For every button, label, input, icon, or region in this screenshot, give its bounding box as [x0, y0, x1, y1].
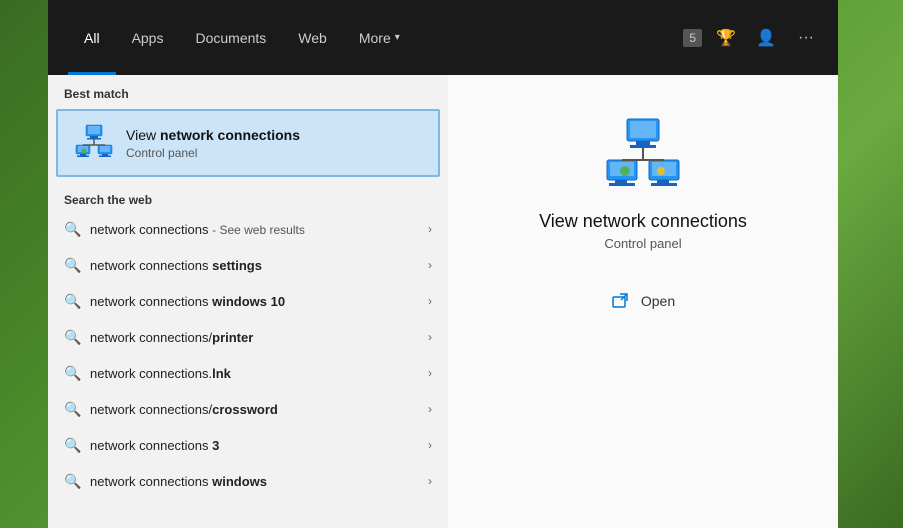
result-text: network connections windows	[90, 474, 418, 489]
list-item[interactable]: 🔍 network connections settings ›	[48, 247, 448, 283]
open-action[interactable]: Open	[611, 283, 675, 319]
tab-web[interactable]: Web	[282, 0, 343, 75]
open-icon	[611, 291, 631, 311]
search-icon: 🔍	[64, 329, 80, 345]
list-item[interactable]: 🔍 network connections.lnk ›	[48, 355, 448, 391]
list-item[interactable]: 🔍 network connections/printer ›	[48, 319, 448, 355]
search-icon: 🔍	[64, 257, 80, 273]
best-match-title: View network connections	[126, 126, 422, 144]
trophy-icon[interactable]: 🏆	[710, 22, 742, 54]
result-text: network connections settings	[90, 258, 418, 273]
chevron-right-icon: ›	[428, 402, 432, 416]
results-panel: Best match	[48, 75, 448, 528]
best-match-subtitle: Control panel	[126, 146, 422, 160]
network-connections-icon-large	[603, 115, 683, 195]
tab-bar-right: 5 🏆 👤 ···	[683, 22, 838, 54]
list-item[interactable]: 🔍 network connections - See web results …	[48, 211, 448, 247]
more-options-icon[interactable]: ···	[790, 22, 822, 54]
search-icon: 🔍	[64, 221, 80, 237]
best-match-text: View network connections Control panel	[126, 126, 422, 160]
result-text: network connections 3	[90, 438, 418, 453]
chevron-right-icon: ›	[428, 366, 432, 380]
detail-subtitle: Control panel	[604, 236, 681, 251]
search-icon: 🔍	[64, 437, 80, 453]
tab-all[interactable]: All	[68, 0, 116, 75]
chevron-right-icon: ›	[428, 258, 432, 272]
tab-apps[interactable]: Apps	[116, 0, 180, 75]
chevron-right-icon: ›	[428, 474, 432, 488]
chevron-right-icon: ›	[428, 294, 432, 308]
chevron-right-icon: ›	[428, 222, 432, 236]
open-action-label: Open	[641, 293, 675, 309]
detail-panel: View network connections Control panel O…	[448, 75, 838, 528]
search-web-label: Search the web	[48, 185, 448, 211]
result-text: network connections windows 10	[90, 294, 418, 309]
chevron-right-icon: ›	[428, 438, 432, 452]
search-icon: 🔍	[64, 365, 80, 381]
chevron-down-icon: ▾	[395, 32, 400, 43]
list-item[interactable]: 🔍 network connections 3 ›	[48, 427, 448, 463]
result-count-badge: 5	[683, 29, 702, 47]
result-text: network connections.lnk	[90, 366, 418, 381]
best-match-label: Best match	[48, 75, 448, 109]
search-icon: 🔍	[64, 293, 80, 309]
list-item[interactable]: 🔍 network connections windows ›	[48, 463, 448, 499]
list-item[interactable]: 🔍 network connections windows 10 ›	[48, 283, 448, 319]
tab-more[interactable]: More ▾	[343, 0, 416, 75]
tab-documents[interactable]: Documents	[179, 0, 282, 75]
person-icon[interactable]: 👤	[750, 22, 782, 54]
result-text: network connections - See web results	[90, 222, 418, 237]
content-area: Best match	[48, 75, 838, 528]
network-connections-icon-small	[74, 123, 114, 163]
search-icon: 🔍	[64, 401, 80, 417]
list-item[interactable]: 🔍 network connections/crossword ›	[48, 391, 448, 427]
chevron-right-icon: ›	[428, 330, 432, 344]
search-panel: All Apps Documents Web More ▾ 5 🏆 👤 ··· …	[48, 0, 838, 528]
search-icon: 🔍	[64, 473, 80, 489]
result-text: network connections/crossword	[90, 402, 418, 417]
tab-bar: All Apps Documents Web More ▾ 5 🏆 👤 ···	[48, 0, 838, 75]
detail-title: View network connections	[539, 211, 747, 232]
best-match-item[interactable]: View network connections Control panel	[56, 109, 440, 177]
result-text: network connections/printer	[90, 330, 418, 345]
